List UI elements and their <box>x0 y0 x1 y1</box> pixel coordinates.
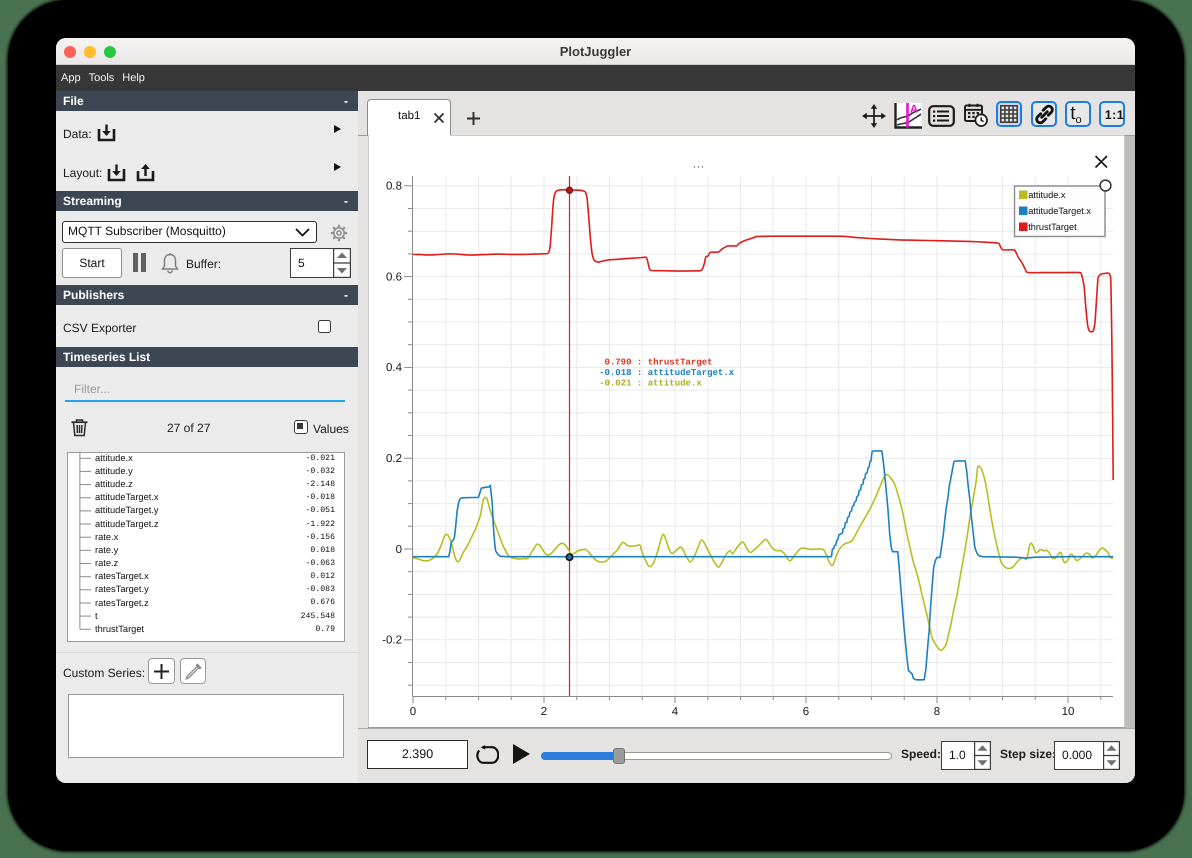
svg-text:: attitude.x: : attitude.x <box>632 379 703 389</box>
svg-text:A: A <box>910 104 918 116</box>
svg-text:8: 8 <box>934 706 940 718</box>
svg-text:attitudeTarget.x: attitudeTarget.x <box>1028 206 1091 216</box>
svg-text:0.8: 0.8 <box>386 181 402 193</box>
svg-text:4: 4 <box>672 706 679 718</box>
svg-text:0: 0 <box>396 544 402 556</box>
svg-text:2: 2 <box>541 706 547 718</box>
svg-text:0.2: 0.2 <box>386 453 402 465</box>
svg-text:6: 6 <box>803 706 809 718</box>
svg-text:: attitudeTarget.x: : attitudeTarget.x <box>632 368 735 378</box>
svg-text:...: ... <box>693 159 705 171</box>
svg-text:-0.021: -0.021 <box>599 379 632 389</box>
svg-text:attitude.x: attitude.x <box>1028 190 1066 200</box>
svg-text:10: 10 <box>1062 706 1075 718</box>
svg-text:0.6: 0.6 <box>386 271 402 283</box>
svg-text:0: 0 <box>410 706 416 718</box>
svg-text:-0.018: -0.018 <box>599 368 631 378</box>
svg-text:: thrustTarget: : thrustTarget <box>632 358 713 368</box>
svg-text:thrustTarget: thrustTarget <box>1028 222 1077 232</box>
svg-text:0.4: 0.4 <box>386 362 403 374</box>
svg-text:0.790: 0.790 <box>604 358 631 368</box>
svg-text:-0.2: -0.2 <box>382 635 402 647</box>
